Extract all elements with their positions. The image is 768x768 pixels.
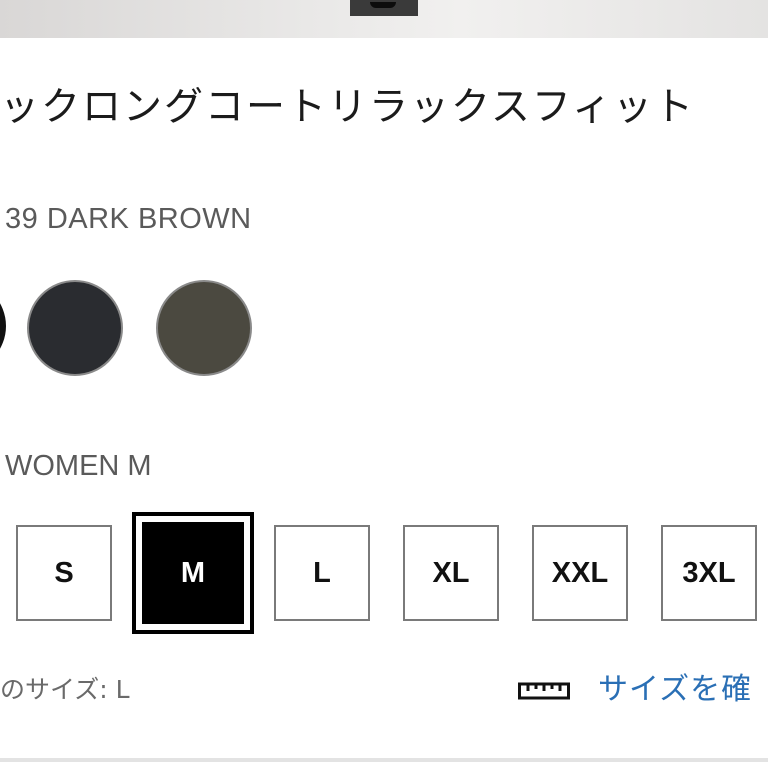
size-option-m[interactable]: M xyxy=(132,512,254,634)
recommended-size-hint: のサイズ: L xyxy=(0,675,130,704)
product-title: ックロングコートリラックスフィット xyxy=(0,85,696,130)
image-carousel-handle[interactable] xyxy=(350,0,418,16)
size-option-3xl[interactable]: 3XL xyxy=(661,525,757,621)
ruler-icon[interactable] xyxy=(518,678,570,700)
selected-size-label: WOMEN M xyxy=(5,450,152,482)
section-divider xyxy=(0,758,768,762)
size-option-s[interactable]: S xyxy=(16,525,112,621)
product-image-strip[interactable] xyxy=(0,0,768,38)
size-option-xxl[interactable]: XXL xyxy=(532,525,628,621)
size-guide-link[interactable]: サイズを確 xyxy=(598,664,752,708)
selected-color-label: 39 DARK BROWN xyxy=(5,203,252,235)
color-swatch-olive[interactable] xyxy=(156,280,252,376)
color-swatch-selected[interactable] xyxy=(0,280,6,372)
product-detail-panel: ックロングコートリラックスフィット 39 DARK BROWN WOMEN M … xyxy=(0,0,768,768)
size-option-l[interactable]: L xyxy=(274,525,370,621)
color-swatch-navy[interactable] xyxy=(27,280,123,376)
size-option-xl[interactable]: XL xyxy=(403,525,499,621)
